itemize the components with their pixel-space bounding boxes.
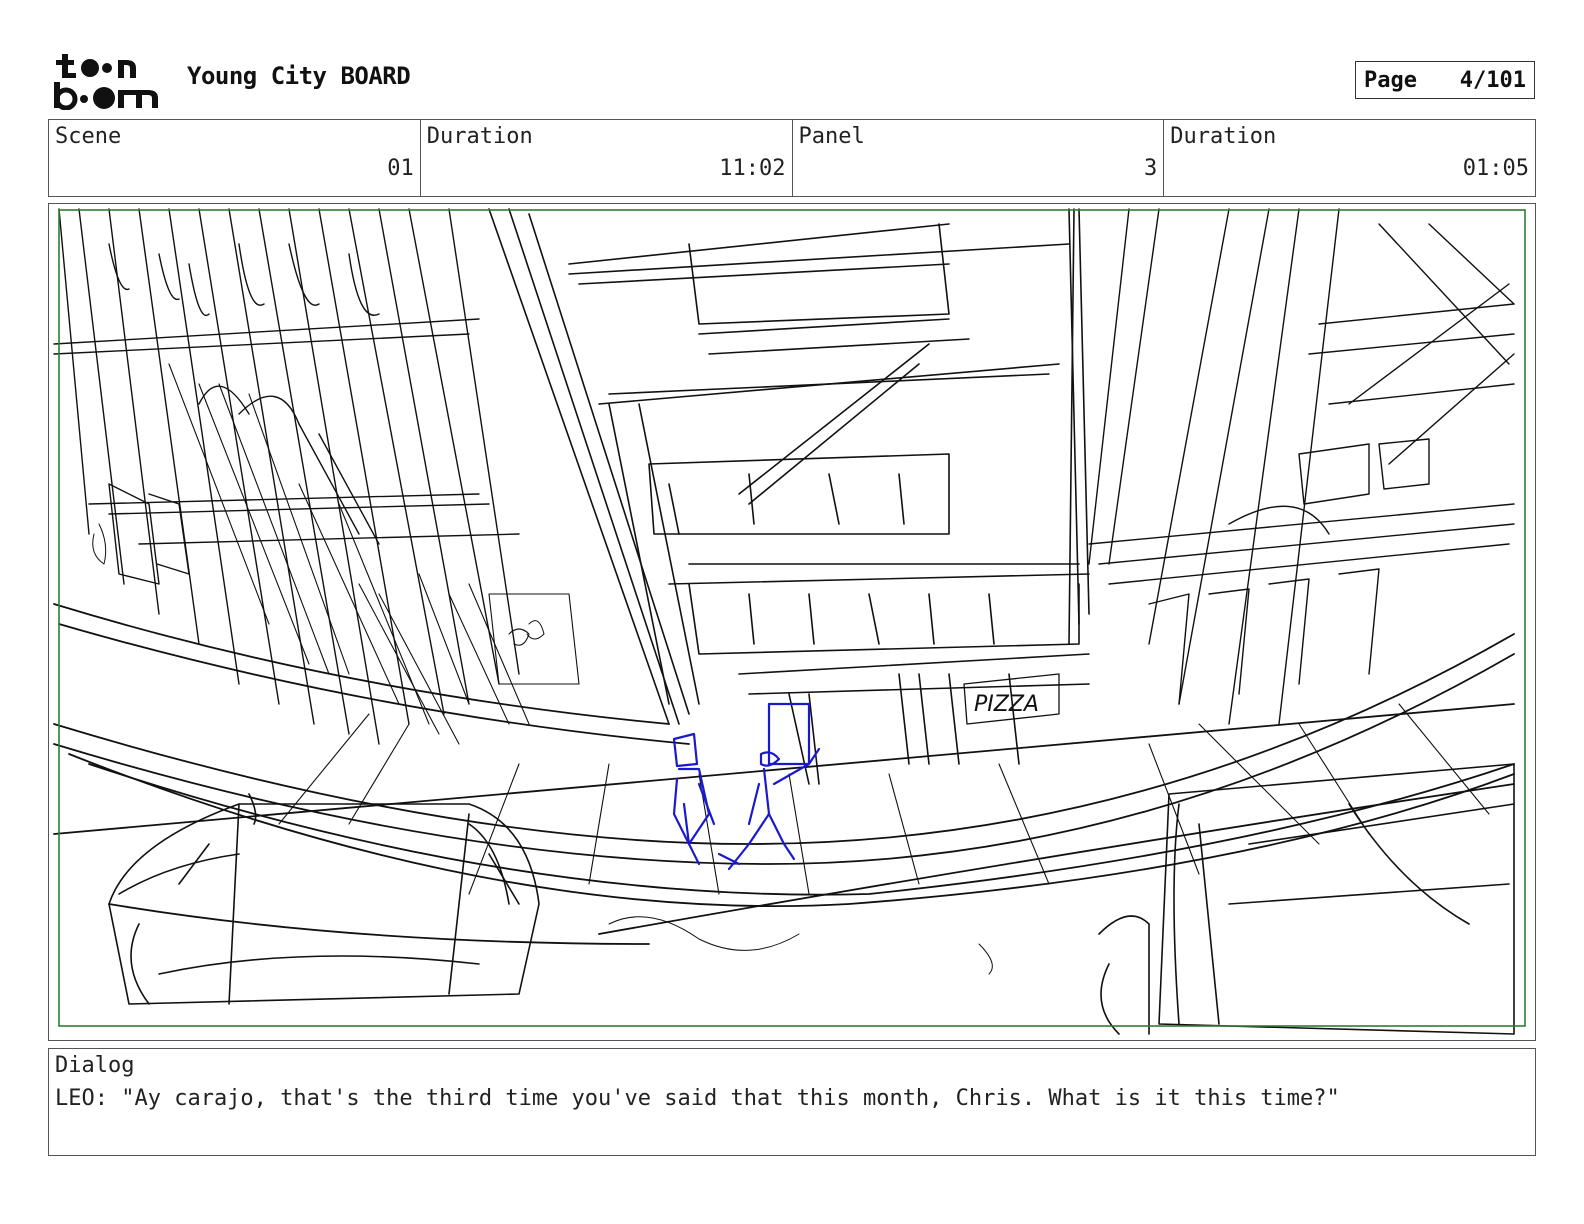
panel-duration-label: Duration <box>1170 124 1277 149</box>
dialog-text: LEO: "Ay carajo, that's the third time y… <box>55 1086 1340 1111</box>
page-indicator: Page 4/101 <box>1355 61 1535 99</box>
panel-duration-value: 01:05 <box>1462 156 1529 181</box>
toon-boom-logo <box>52 52 164 111</box>
panel-label: Panel <box>798 124 865 149</box>
panel-cell: Panel 3 <box>793 120 1165 196</box>
dialog-label: Dialog <box>55 1053 135 1078</box>
storyboard-panel-image: PIZZA <box>48 203 1536 1041</box>
panel-info-row: Scene 01 Duration 11:02 Panel 3 Duration… <box>48 119 1536 197</box>
panel-duration-cell: Duration 01:05 <box>1164 120 1535 196</box>
scene-cell: Scene 01 <box>49 120 421 196</box>
scene-duration-label: Duration <box>426 124 533 149</box>
scene-value: 01 <box>387 156 414 181</box>
page-number: 4/101 <box>1459 67 1526 93</box>
scene-duration-cell: Duration 11:02 <box>421 120 793 196</box>
sketch-drawing: PIZZA <box>53 208 1526 1035</box>
panel-value: 3 <box>1144 156 1158 181</box>
page-label: Page <box>1364 67 1417 93</box>
scene-duration-value: 11:02 <box>719 156 786 181</box>
storyboard-title: Young City BOARD <box>187 62 411 90</box>
pizza-sign-text: PIZZA <box>974 692 1039 717</box>
dialog-box: Dialog LEO: "Ay carajo, that's the third… <box>48 1048 1536 1156</box>
scene-label: Scene <box>55 124 122 149</box>
